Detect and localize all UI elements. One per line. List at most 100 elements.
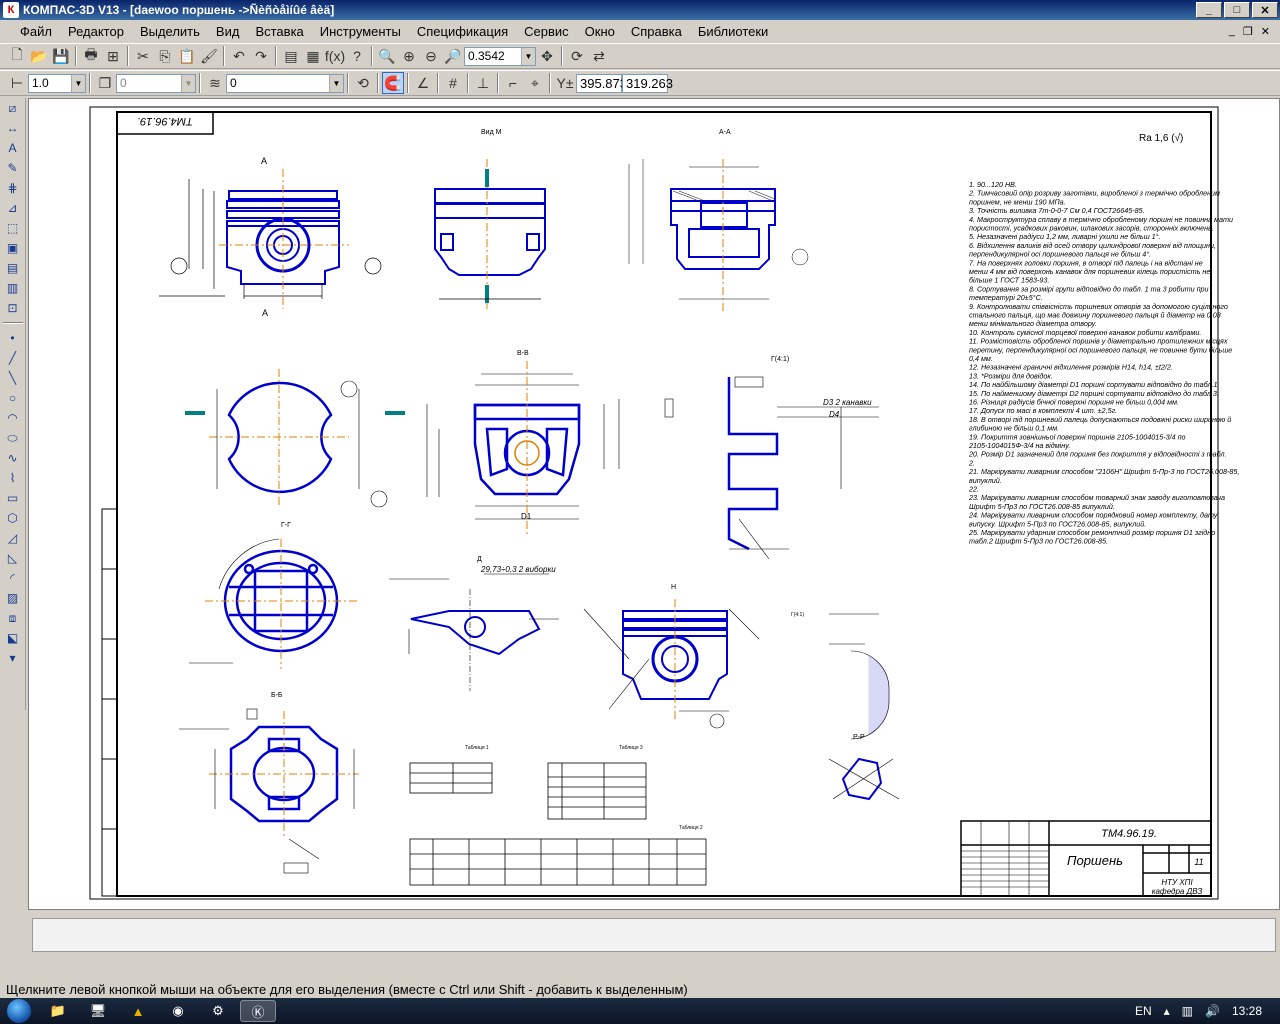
local-cs-icon[interactable]: ⊥ xyxy=(472,72,494,94)
cut-icon[interactable]: ✂ xyxy=(132,45,154,67)
doc-minimize-button[interactable]: _ xyxy=(1229,25,1235,38)
manager-icon[interactable]: ▤ xyxy=(280,45,302,67)
zoom-out-icon[interactable]: ⊖ xyxy=(420,45,442,67)
zoom-in-icon[interactable]: ⊕ xyxy=(398,45,420,67)
collection-icon[interactable]: ⬕ xyxy=(2,628,24,648)
layout-icon[interactable]: ⊞ xyxy=(102,45,124,67)
fillet-icon[interactable]: ◜ xyxy=(2,568,24,588)
select-icon[interactable]: ⬚ xyxy=(2,218,24,238)
cursor-cross-icon[interactable]: ⌖ xyxy=(524,72,546,94)
taskbar-kompas-icon[interactable]: ⚙ xyxy=(200,1000,236,1022)
ortho-icon[interactable]: ⌐ xyxy=(502,72,524,94)
menu-tools[interactable]: Инструменты xyxy=(312,21,409,41)
pan-icon[interactable]: ✥ xyxy=(536,45,558,67)
chevron-down-icon[interactable]: ▼ xyxy=(181,74,195,92)
zoom-scale-icon[interactable]: 🔎 xyxy=(442,45,464,67)
circle-icon[interactable]: ○ xyxy=(2,388,24,408)
command-box[interactable] xyxy=(32,918,1276,952)
menu-service[interactable]: Сервис xyxy=(516,21,577,41)
arc-icon[interactable]: ◠ xyxy=(2,408,24,428)
close-button[interactable]: ✕ xyxy=(1252,2,1278,18)
chevron-down-icon[interactable]: ▼ xyxy=(71,74,85,92)
edit-icon[interactable]: ✎ xyxy=(2,158,24,178)
taskbar-app-icon[interactable]: 🖥 xyxy=(80,1000,116,1022)
menu-edit[interactable]: Редактор xyxy=(60,21,132,41)
redo-icon[interactable]: ↷ xyxy=(250,45,272,67)
menu-select[interactable]: Выделить xyxy=(132,21,208,41)
print-preview-icon[interactable]: 🖶 xyxy=(80,45,102,67)
magnet-snap-icon[interactable]: 🧲 xyxy=(382,72,404,94)
function-icon[interactable]: f(x) xyxy=(324,45,346,67)
network-icon[interactable]: ▥ xyxy=(1182,1004,1193,1018)
reports-icon[interactable]: ▥ xyxy=(2,278,24,298)
save-icon[interactable]: 💾 xyxy=(50,45,72,67)
drawing-canvas[interactable]: ТМ4.96.19. А А Вид М А-А 1. 90...120 HB.… xyxy=(28,98,1280,910)
assoc-views-icon[interactable]: ▣ xyxy=(2,238,24,258)
layer-combo[interactable]: 0 ▼ xyxy=(116,73,196,93)
maximize-button[interactable]: □ xyxy=(1224,2,1250,18)
rectangle-icon[interactable]: ▭ xyxy=(2,488,24,508)
spec-icon[interactable]: ▤ xyxy=(2,258,24,278)
format-painter-icon[interactable]: 🖌 xyxy=(198,45,220,67)
minimize-button[interactable]: _ xyxy=(1196,2,1222,18)
menu-help[interactable]: Справка xyxy=(623,21,690,41)
geometry-icon[interactable]: ⧄ xyxy=(2,98,24,118)
zoom-window-icon[interactable]: 🔍 xyxy=(376,45,398,67)
measure-icon[interactable]: ⊿ xyxy=(2,198,24,218)
segment-icon[interactable]: ╲ xyxy=(2,368,24,388)
doc-restore-button[interactable]: ❐ xyxy=(1243,25,1253,38)
taskbar-autocad-icon[interactable]: ▲ xyxy=(120,1000,156,1022)
doc-close-button[interactable]: ✕ xyxy=(1261,25,1270,38)
copy-icon[interactable]: ⎘ xyxy=(154,45,176,67)
aux-line-icon[interactable]: ╱ xyxy=(2,348,24,368)
chevron-down-icon[interactable]: ▼ xyxy=(521,47,535,65)
chamfer-icon[interactable]: ◺ xyxy=(2,548,24,568)
menu-libraries[interactable]: Библиотеки xyxy=(690,21,776,41)
state-icon[interactable]: ⟲ xyxy=(352,72,374,94)
spline-icon[interactable]: ∿ xyxy=(2,448,24,468)
grid-icon[interactable]: # xyxy=(442,72,464,94)
chevron-down-icon[interactable]: ▼ xyxy=(329,74,343,92)
angle-snap-icon[interactable]: ∠ xyxy=(412,72,434,94)
contour-icon[interactable]: ◿ xyxy=(2,528,24,548)
label-v-v: В-В xyxy=(517,350,529,357)
menu-file[interactable]: Файл xyxy=(0,21,60,41)
start-button[interactable] xyxy=(0,998,38,1024)
help-pointer-icon[interactable]: ? xyxy=(346,45,368,67)
point-icon[interactable]: • xyxy=(2,328,24,348)
paste-icon[interactable]: 📋 xyxy=(176,45,198,67)
hatch-icon[interactable]: ▨ xyxy=(2,588,24,608)
more-icon[interactable]: ▾ xyxy=(2,648,24,668)
dimensions-icon[interactable]: ↔ xyxy=(2,118,24,138)
taskbar-kompas-active-icon[interactable]: Ⓚ xyxy=(240,1000,276,1022)
zoom-combo[interactable]: 0.3542 ▼ xyxy=(464,46,536,66)
menu-insert[interactable]: Вставка xyxy=(247,21,311,41)
rebuild-icon[interactable]: ⇄ xyxy=(588,45,610,67)
refresh-icon[interactable]: ⟳ xyxy=(566,45,588,67)
coord-x-field[interactable]: 395.873 xyxy=(576,73,627,93)
symbols-icon[interactable]: A xyxy=(2,138,24,158)
coord-y-field[interactable]: 319.263 xyxy=(622,73,673,93)
taskbar-explorer-icon[interactable]: 📁 xyxy=(40,1000,76,1022)
parametrization-icon[interactable]: ⋕ xyxy=(2,178,24,198)
clock[interactable]: 13:28 xyxy=(1232,1004,1262,1018)
taskbar-chrome-icon[interactable]: ◉ xyxy=(160,1000,196,1022)
line-scale-combo[interactable]: 1.0 ▼ xyxy=(28,73,86,93)
variables-icon[interactable]: ▦ xyxy=(302,45,324,67)
ellipse-icon[interactable]: ⬭ xyxy=(2,428,24,448)
polygon-icon[interactable]: ⬡ xyxy=(2,508,24,528)
undo-icon[interactable]: ↶ xyxy=(228,45,250,67)
language-indicator[interactable]: EN xyxy=(1135,1004,1152,1018)
style-combo[interactable]: 0 ▼ xyxy=(226,73,344,93)
polyline-icon[interactable]: ⌇ xyxy=(2,468,24,488)
menu-window[interactable]: Окно xyxy=(577,21,623,41)
menu-specification[interactable]: Спецификация xyxy=(409,21,516,41)
equidistant-icon[interactable]: ⧈ xyxy=(2,608,24,628)
new-document-icon[interactable]: 🗋 xyxy=(6,45,28,67)
volume-icon[interactable]: 🔊 xyxy=(1205,1004,1220,1018)
svg-text:А: А xyxy=(262,308,268,318)
insert-icon[interactable]: ⊡ xyxy=(2,298,24,318)
menu-view[interactable]: Вид xyxy=(208,21,248,41)
tray-arrow-icon[interactable]: ▴ xyxy=(1164,1004,1170,1018)
open-folder-icon[interactable]: 📂 xyxy=(28,45,50,67)
